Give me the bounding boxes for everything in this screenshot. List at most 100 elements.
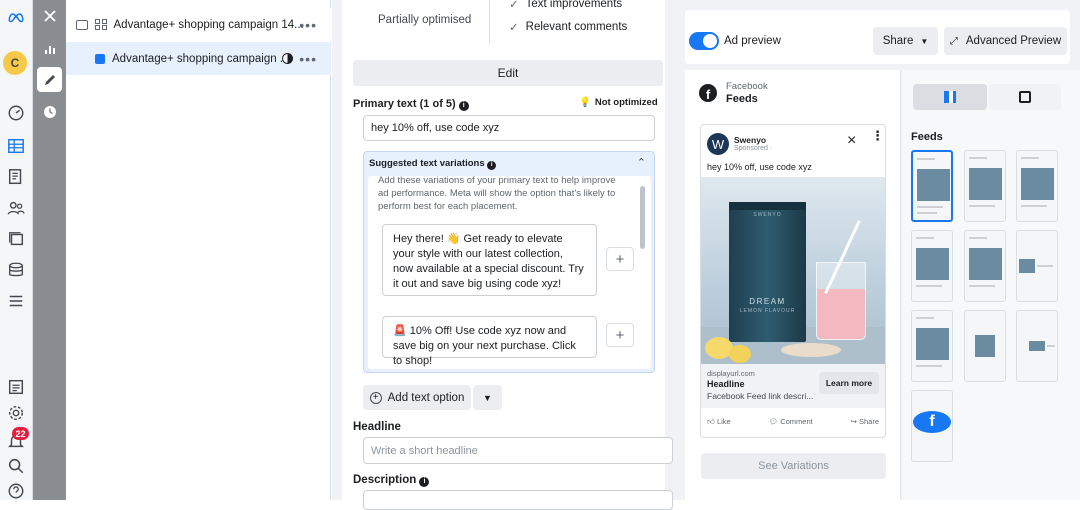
suggestion-card[interactable]: 🚨 10% Off! Use code xyz now and save big… — [382, 316, 597, 367]
suggested-title: Suggested text variations i — [369, 158, 497, 170]
tree-row-campaign[interactable]: Advantage+ shopping campaign 14... ••• — [66, 8, 331, 41]
menu-icon[interactable] — [3, 290, 29, 312]
facebook-logo-icon: f — [913, 411, 951, 433]
ad-preview-area: f Facebook Feeds W Swenyo Sponsored · × … — [685, 70, 901, 500]
share-arrow-icon: ↪ — [850, 417, 857, 426]
grid-icon — [95, 18, 107, 31]
suggested-variations-panel: Suggested text variations i ⌃ Add these … — [363, 151, 655, 373]
audience-icon[interactable] — [3, 197, 29, 219]
more-options-icon[interactable]: ••• — [299, 51, 317, 67]
check-item: ✓ Relevant comments — [509, 21, 628, 34]
description-input[interactable] — [363, 490, 673, 510]
like-icon: 👍︎ — [707, 417, 715, 426]
placement-thumbnail[interactable] — [964, 150, 1006, 222]
ad-preview-toggle[interactable] — [689, 32, 719, 50]
headline-input[interactable]: Write a short headline — [363, 437, 673, 464]
placement-thumbnail[interactable] — [964, 230, 1006, 302]
suggestion-card[interactable]: Hey there! 👋 Get ready to elevate your s… — [382, 224, 597, 296]
comment-button[interactable]: 💬︎ Comment — [769, 417, 813, 427]
tree-row-ad[interactable]: Advantage+ shopping campaign ... ••• — [66, 42, 331, 75]
more-icon[interactable]: ⋮ — [871, 129, 884, 142]
search-icon[interactable] — [3, 455, 29, 477]
close-icon[interactable] — [37, 3, 62, 28]
ad-icon — [95, 53, 105, 64]
preview-header: Ad preview Share ▼ ⤢ Advanced Preview — [685, 10, 1070, 64]
edit-button[interactable]: Edit — [353, 60, 663, 86]
sponsored-label: Sponsored · — [734, 145, 773, 152]
more-options-icon[interactable]: ••• — [299, 17, 317, 33]
primary-text-label: Primary text (1 of 5) i — [353, 98, 469, 111]
close-icon[interactable]: × — [847, 132, 856, 150]
not-optimized-badge: 💡 Not optimized — [579, 97, 658, 108]
like-button[interactable]: 👍︎ Like — [707, 417, 731, 427]
suggested-intro: Add these variations of your primary tex… — [378, 176, 616, 212]
learn-more-button[interactable]: Learn more — [819, 372, 879, 394]
product-image: SWENYO DREAM LEMON FLAVOUR — [701, 177, 885, 364]
see-variations-button[interactable]: See Variations — [701, 453, 886, 479]
chevron-down-icon: ▼ — [920, 36, 929, 46]
placement-thumbnail[interactable] — [964, 310, 1006, 382]
meta-logo-icon[interactable] — [3, 6, 29, 28]
share-button[interactable]: Share ▼ — [873, 27, 938, 55]
scrollbar[interactable] — [640, 186, 645, 249]
platform-label: Facebook — [726, 81, 768, 92]
campaigns-table-icon[interactable] — [3, 135, 29, 157]
placement-thumbnail[interactable]: f — [911, 390, 953, 462]
campaign-tree: Advantage+ shopping campaign 14... ••• A… — [66, 0, 331, 500]
folder-icon — [76, 19, 88, 30]
help-icon[interactable] — [3, 480, 29, 502]
columns-icon — [944, 91, 956, 103]
multi-view-tab[interactable] — [989, 84, 1061, 110]
ads-stack-icon[interactable] — [3, 228, 29, 250]
half-status-icon — [282, 53, 293, 64]
primary-text-input[interactable]: hey 10% off, use code xyz — [363, 115, 655, 141]
placement-thumbnail[interactable] — [911, 150, 953, 222]
placements-column: Feeds f — [902, 70, 1080, 500]
avatar[interactable]: C — [3, 51, 27, 75]
tree-row-label: Advantage+ shopping campaign 14... — [113, 18, 304, 31]
suggestions-scroll-area[interactable]: Add these variations of your primary tex… — [368, 176, 651, 369]
collapse-chevron-icon[interactable]: ⌃ — [637, 156, 646, 169]
ad-headline: Headline — [707, 379, 745, 389]
headline-label: Headline — [353, 421, 401, 433]
pages-icon[interactable] — [3, 166, 29, 188]
share-post-button[interactable]: ↪ Share — [851, 417, 879, 427]
placement-thumbnail[interactable] — [1016, 310, 1058, 382]
edit-icon[interactable] — [37, 67, 62, 92]
tree-row-label: Advantage+ shopping campaign ... — [112, 52, 290, 65]
info-icon: i — [487, 161, 497, 170]
post-text: hey 10% off, use code xyz — [707, 162, 812, 172]
check-icon: ✓ — [509, 22, 519, 34]
advanced-preview-button[interactable]: ⤢ Advanced Preview — [944, 27, 1067, 55]
settings-icon[interactable] — [3, 402, 29, 424]
brand-avatar: W — [707, 133, 729, 155]
placement-thumbnail[interactable] — [1016, 230, 1058, 302]
facebook-icon: f — [699, 84, 717, 102]
placement-thumbnail[interactable] — [911, 230, 953, 302]
billing-icon[interactable] — [3, 259, 29, 281]
product-pouch: SWENYO DREAM LEMON FLAVOUR — [729, 202, 806, 342]
editor-card: Partially optimised ✓ Text improvements ✓… — [342, 0, 673, 510]
placement-thumbnail[interactable] — [1016, 150, 1058, 222]
lightbulb-icon: 💡 — [579, 97, 591, 108]
chart-icon[interactable] — [37, 36, 62, 61]
add-text-option-button[interactable]: + Add text option — [363, 385, 471, 410]
optimisation-status: Partially optimised — [378, 14, 472, 26]
add-suggestion-button[interactable]: + — [606, 323, 634, 347]
history-icon[interactable] — [37, 99, 62, 124]
notification-badge: 22 — [12, 427, 29, 440]
description-label: Description i — [353, 474, 430, 487]
check-item: ✓ Text improvements — [509, 0, 622, 11]
left-nav: C 22 — [0, 0, 33, 500]
display-url: displayurl.com — [707, 369, 755, 378]
placement-thumbnail[interactable] — [911, 310, 953, 382]
single-view-tab[interactable] — [913, 84, 987, 110]
add-text-dropdown-icon[interactable]: ▼ — [473, 385, 502, 410]
link-description: Facebook Feed link descri... — [707, 391, 814, 401]
layers-icon — [1019, 91, 1031, 103]
dashboard-icon[interactable] — [3, 102, 29, 124]
reports-icon[interactable] — [3, 376, 29, 398]
add-suggestion-button[interactable]: + — [606, 247, 634, 271]
plus-circle-icon: + — [369, 391, 382, 404]
placement-label: Feeds — [726, 93, 758, 105]
